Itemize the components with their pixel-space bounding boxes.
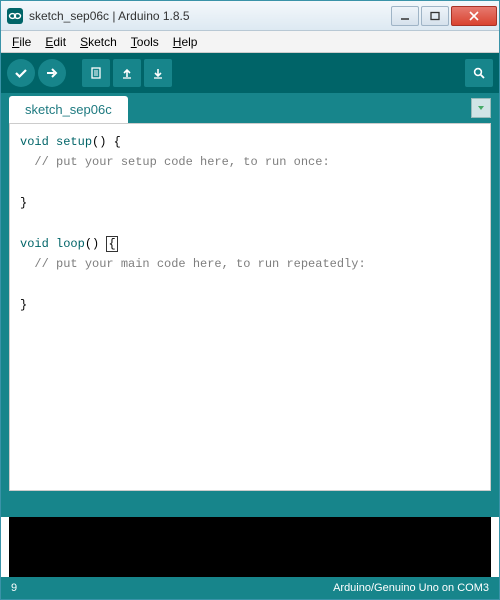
tab-menu-button[interactable] (471, 98, 491, 118)
statusbar: 9 Arduino/Genuino Uno on COM3 (1, 577, 499, 599)
message-bar (1, 499, 499, 517)
main-area: void setup() { // put your setup code he… (1, 123, 499, 499)
code-keyword: void (20, 237, 49, 251)
tab-strip: sketch_sep06c (1, 93, 499, 123)
code-comment: // put your main code here, to run repea… (34, 257, 365, 271)
open-sketch-button[interactable] (113, 59, 141, 87)
cursor-position: { (106, 236, 117, 252)
arduino-window: sketch_sep06c | Arduino 1.8.5 File Edit … (0, 0, 500, 600)
code-keyword: void (20, 135, 49, 149)
code-function: setup (56, 135, 92, 149)
code-text: } (20, 298, 27, 312)
new-sketch-button[interactable] (82, 59, 110, 87)
menu-help[interactable]: Help (166, 33, 205, 51)
code-text: () (85, 237, 107, 251)
toolbar (1, 53, 499, 93)
save-sketch-button[interactable] (144, 59, 172, 87)
code-editor[interactable]: void setup() { // put your setup code he… (9, 123, 491, 491)
sketch-tab[interactable]: sketch_sep06c (9, 96, 128, 123)
code-function: loop (56, 237, 85, 251)
titlebar: sketch_sep06c | Arduino 1.8.5 (1, 1, 499, 31)
maximize-button[interactable] (421, 6, 449, 26)
window-title: sketch_sep06c | Arduino 1.8.5 (29, 9, 389, 23)
output-console[interactable] (9, 517, 491, 577)
code-text: () { (92, 135, 121, 149)
close-button[interactable] (451, 6, 497, 26)
serial-monitor-button[interactable] (465, 59, 493, 87)
line-number: 9 (11, 582, 17, 594)
code-comment: // put your setup code here, to run once… (34, 155, 329, 169)
menu-sketch[interactable]: Sketch (73, 33, 124, 51)
menu-file[interactable]: File (5, 33, 38, 51)
upload-button[interactable] (38, 59, 66, 87)
menubar: File Edit Sketch Tools Help (1, 31, 499, 53)
window-buttons (389, 6, 497, 26)
minimize-button[interactable] (391, 6, 419, 26)
menu-tools[interactable]: Tools (124, 33, 166, 51)
verify-button[interactable] (7, 59, 35, 87)
app-icon (7, 8, 23, 24)
menu-edit[interactable]: Edit (38, 33, 73, 51)
board-port-info: Arduino/Genuino Uno on COM3 (333, 582, 489, 594)
code-text: } (20, 196, 27, 210)
